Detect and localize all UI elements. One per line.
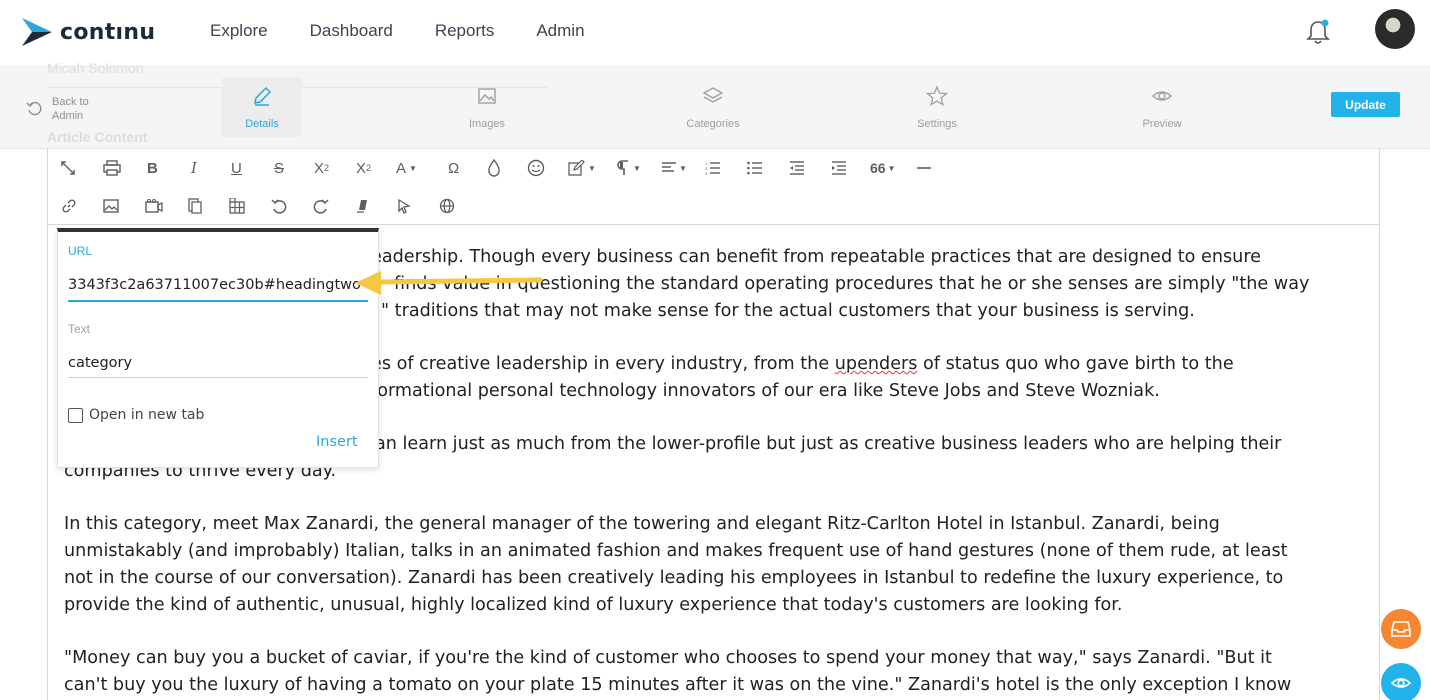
open-in-new-tab-checkbox[interactable] [68,407,83,423]
back-arrow-icon [26,101,42,116]
expand-icon[interactable] [60,158,76,178]
insert-table-icon[interactable] [229,196,245,216]
tab-details-label: Details [245,118,279,130]
eye-icon [1151,91,1173,101]
paragraph-line: formational personal technology innovato… [371,381,1160,401]
paragraph-line: In this category, meet Max Zanardi, the … [64,514,1220,534]
nav-admin[interactable]: Admin [536,21,584,41]
tab-settings[interactable]: Settings [897,77,977,137]
back-to-admin-button[interactable]: Back to Admin [26,95,89,123]
bold-icon[interactable]: B [147,158,158,178]
logo[interactable]: contınu [22,16,155,48]
article-toolbar: Micah Solomon Article Content Back to Ad… [0,60,1430,149]
inbox-fab[interactable] [1381,609,1421,649]
paragraph-line: es of creative leadership in every indus… [371,354,835,374]
layers-icon [702,87,724,103]
font-color-icon[interactable]: A ▼ [396,158,417,178]
image-icon [478,88,496,104]
open-in-new-tab-label: Open in new tab [89,407,205,423]
emoji-icon[interactable] [527,158,545,178]
open-in-new-tab-option[interactable]: Open in new tab [68,407,204,423]
star-icon [925,85,949,106]
paragraph-line: an learn just as much from the lower-pro… [375,434,1282,454]
url-label: URL [68,244,93,258]
preview-fab[interactable] [1381,663,1421,700]
insert-button[interactable]: Insert [316,434,358,450]
paragraph-line: not in the course of our conversation). … [64,568,1284,588]
nav-reports[interactable]: Reports [435,21,495,41]
paragraph-line: " traditions that may not make sense for… [381,301,1195,321]
unordered-list-icon[interactable] [747,158,763,178]
nav-dashboard[interactable]: Dashboard [310,21,393,41]
clear-format-icon[interactable] [357,196,369,216]
tab-settings-label: Settings [917,118,957,130]
top-navigation: contınu Explore Dashboard Reports Admin [0,0,1430,67]
horizontal-rule-icon[interactable] [917,158,931,178]
html-icon[interactable] [439,196,455,216]
paragraph-line: eadership. Though every business can ben… [371,247,1261,267]
back-label-line2: Admin [52,110,84,122]
print-icon[interactable] [103,158,121,178]
text-label: Text [68,322,91,336]
insert-file-icon[interactable] [188,196,202,216]
edit-dropdown-icon[interactable]: ▼ [568,158,596,178]
redo-icon[interactable] [312,196,330,216]
editor-toolbar-row-2 [48,187,1379,225]
quote-icon[interactable]: 66 ▼ [870,158,896,178]
paragraph-format-icon[interactable]: ▼ [617,158,641,178]
brand-name: contınu [60,19,156,45]
align-icon[interactable]: ▼ [661,158,687,178]
back-label-line1: Back to [52,96,89,108]
main-nav: Explore Dashboard Reports Admin [210,21,627,41]
insert-image-icon[interactable] [103,196,119,216]
inbox-icon [1391,621,1411,637]
paragraph-line: can't buy you the luxury of having a tom… [64,675,1292,695]
color-drop-icon[interactable] [487,158,501,178]
tab-categories[interactable]: Categories [673,77,753,137]
special-char-icon[interactable]: Ω [448,158,459,178]
annotation-arrow-icon [355,271,543,295]
paragraph-line: provide the kind of authentic, unusual, … [64,595,1123,615]
italic-icon[interactable]: I [191,158,197,178]
outdent-icon[interactable] [789,158,805,178]
tab-images[interactable]: Images [447,77,527,137]
ghost-author: Micah Solomon [47,60,144,76]
insert-link-popup: URL Text Open in new tab Insert [57,228,379,468]
editor-toolbar-row-1: B I U S X2 X2 A ▼ Ω ▼ ▼ ▼ 123 66 ▼ [48,149,1379,187]
user-avatar[interactable] [1375,9,1415,49]
tab-categories-label: Categories [686,118,740,130]
paragraph-line: of status quo who gave birth to the [917,354,1234,374]
eye-icon [1391,678,1411,688]
tab-images-label: Images [468,118,506,130]
link-icon[interactable] [61,196,77,216]
logo-mark-icon [22,18,52,46]
update-button[interactable]: Update [1331,92,1400,117]
nav-explore[interactable]: Explore [210,21,268,41]
tab-details[interactable]: Details [222,77,302,137]
select-all-icon[interactable] [397,196,411,216]
svg-text:3: 3 [705,171,708,175]
tab-preview[interactable]: Preview [1122,77,1202,137]
paragraph-line: "Money can buy you a bucket of caviar, i… [64,648,1272,668]
paragraph: In this category, meet Max Zanardi, the … [64,511,1364,619]
pencil-icon [254,86,272,106]
misspelled-word: upenders [834,354,918,374]
url-input[interactable] [68,270,368,302]
strikethrough-icon[interactable]: S [274,158,284,178]
indent-icon[interactable] [831,158,847,178]
notifications-bell-icon[interactable] [1305,18,1331,46]
undo-icon[interactable] [270,196,288,216]
link-text-input[interactable] [68,348,368,378]
insert-video-icon[interactable] [145,196,163,216]
subscript-icon[interactable]: X2 [314,158,329,178]
paragraph: "Money can buy you a bucket of caviar, i… [64,645,1364,699]
tab-preview-label: Preview [1142,118,1182,130]
underline-icon[interactable]: U [231,158,242,178]
paragraph-line: unmistakably (and improbably) Italian, t… [64,541,1288,561]
ghost-section-label: Article Content [47,129,148,145]
superscript-icon[interactable]: X2 [356,158,371,178]
ordered-list-icon[interactable]: 123 [705,158,721,178]
